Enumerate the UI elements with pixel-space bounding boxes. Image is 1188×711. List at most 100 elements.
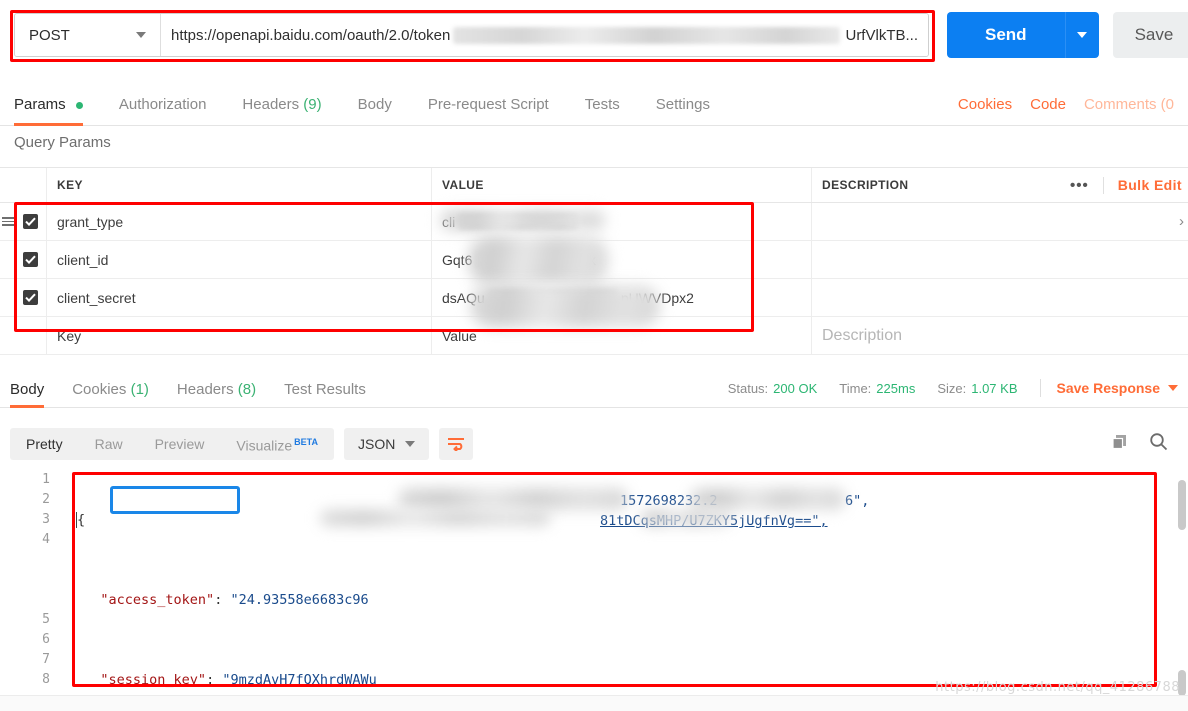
tab-params[interactable]: Params: [14, 96, 83, 126]
response-format-select[interactable]: JSON: [344, 428, 430, 460]
table-header-row: KEY VALUE DESCRIPTION ••• Bulk Edit: [0, 167, 1188, 203]
row-checkbox-cell: [0, 290, 46, 305]
response-tab-test-results[interactable]: Test Results: [284, 381, 366, 407]
table-row[interactable]: client_id Gqt6 43k: [0, 241, 1188, 279]
http-method-select[interactable]: POST: [15, 14, 161, 56]
param-value-prefix: Gqt6: [442, 251, 473, 268]
tab-pre-request-script[interactable]: Pre-request Script: [428, 96, 549, 125]
tab-tests[interactable]: Tests: [585, 96, 620, 125]
wrap-text-icon: [448, 438, 465, 451]
param-key[interactable]: client_secret: [46, 279, 431, 316]
table-header-actions: ••• Bulk Edit: [1056, 176, 1188, 194]
beta-badge: BETA: [294, 437, 319, 448]
param-key[interactable]: client_id: [46, 241, 431, 278]
wrap-text-button[interactable]: [439, 428, 474, 460]
table-row[interactable]: client_secret dsAQu pUWVDpx2: [0, 279, 1188, 317]
param-description[interactable]: [811, 279, 1188, 316]
param-value-prefix: cli: [442, 213, 456, 230]
tab-authorization[interactable]: Authorization: [119, 96, 207, 125]
param-key[interactable]: grant_type: [46, 203, 431, 240]
more-options-icon[interactable]: •••: [1056, 176, 1104, 194]
chevron-right-icon[interactable]: ›: [1179, 213, 1188, 230]
redacted-value: [475, 251, 571, 268]
row-checkbox[interactable]: [23, 252, 38, 267]
search-button[interactable]: [1149, 432, 1168, 456]
http-method-label: POST: [29, 26, 70, 44]
line-number: 3: [42, 512, 50, 527]
size-label: Size:: [937, 380, 967, 396]
line-number: 8: [42, 672, 50, 687]
view-raw[interactable]: Raw: [79, 428, 139, 460]
param-description-placeholder[interactable]: Description: [811, 317, 1188, 354]
params-modified-dot-icon: [75, 101, 83, 109]
response-body-code[interactable]: 1 2 3 4 5 6 7 8 { "access_token": "24.93…: [0, 470, 1188, 695]
view-pretty[interactable]: Pretty: [10, 428, 79, 460]
line-number: 1: [42, 472, 50, 487]
param-value-suffix: 43k: [573, 251, 596, 268]
send-button[interactable]: Send: [947, 12, 1065, 58]
view-preview[interactable]: Preview: [139, 428, 221, 460]
response-tab-cookies[interactable]: Cookies (1): [72, 381, 149, 407]
response-meta: Status: 200 OK Time: 225ms Size: 1.07 KB…: [706, 379, 1178, 407]
param-description[interactable]: [811, 241, 1188, 278]
status-strip: [0, 695, 1188, 711]
line-number: 6: [42, 632, 50, 647]
table-row-empty[interactable]: Key Value Description: [0, 317, 1188, 355]
tab-label: Body: [10, 381, 45, 398]
line-number-spacer: [0, 550, 50, 610]
line-number: 5: [42, 612, 50, 627]
status-value: 200 OK: [773, 380, 818, 396]
drag-handle-icon[interactable]: [2, 217, 16, 226]
request-url-bar: POST https://openapi.baidu.com/oauth/2.0…: [0, 0, 1188, 70]
redacted-value: [487, 289, 618, 306]
param-key-placeholder[interactable]: Key: [46, 317, 431, 354]
redacted-value: [458, 213, 579, 230]
line-number: 7: [42, 652, 50, 667]
view-visualize-label: Visualize: [236, 437, 293, 454]
cookies-link[interactable]: Cookies: [958, 96, 1012, 113]
param-value-placeholder[interactable]: Value: [431, 317, 811, 354]
tab-count-badge: (9): [303, 96, 322, 113]
session-key-tail: 81tDCqsMHP/U7ZKY5jUgfnVg==",: [600, 513, 828, 529]
json-open-brace: {: [76, 512, 86, 528]
param-value[interactable]: cli: [431, 203, 811, 240]
response-scrollbar[interactable]: [1178, 480, 1186, 530]
postman-window: POST https://openapi.baidu.com/oauth/2.0…: [0, 0, 1188, 711]
response-view-selector: Pretty Raw Preview Visualize BETA: [10, 426, 335, 462]
bulk-edit-button[interactable]: Bulk Edit: [1104, 177, 1182, 193]
table-row[interactable]: grant_type cli ›: [0, 203, 1188, 241]
param-value[interactable]: Gqt6 43k: [431, 241, 811, 278]
response-tab-body[interactable]: Body: [10, 381, 45, 408]
view-visualize[interactable]: Visualize BETA: [220, 426, 334, 462]
send-options-button[interactable]: [1064, 12, 1099, 58]
save-response-button[interactable]: Save Response: [1057, 380, 1161, 396]
row-checkbox-cell: [0, 214, 46, 229]
tab-label: Body: [357, 96, 392, 113]
tab-body[interactable]: Body: [358, 96, 392, 125]
chevron-down-icon[interactable]: [1168, 385, 1178, 391]
comments-link[interactable]: Comments (0: [1084, 96, 1174, 113]
status-label: Status:: [727, 380, 769, 396]
row-checkbox[interactable]: [23, 290, 38, 305]
tab-label: Params: [14, 96, 66, 113]
watermark-text: https://blog.csdn.net/qq_41286788: [935, 680, 1180, 695]
code-line-2: "access_token": "24.93558e6683c96: [100, 592, 369, 608]
chevron-down-icon: [136, 32, 146, 38]
json-value-access-token-mid: 1572698232.2: [620, 493, 718, 509]
param-description[interactable]: ›: [811, 203, 1188, 240]
copy-button[interactable]: [1111, 433, 1129, 456]
param-value[interactable]: dsAQu pUWVDpx2: [431, 279, 811, 316]
tab-headers[interactable]: Headers (9): [242, 96, 321, 125]
row-checkbox[interactable]: [23, 214, 38, 229]
query-params-title: Query Params: [14, 134, 111, 151]
tab-count-badge: (8): [237, 381, 257, 398]
tab-settings[interactable]: Settings: [656, 96, 710, 125]
column-header-key: KEY: [46, 168, 431, 202]
save-button[interactable]: Save: [1112, 12, 1188, 58]
code-link[interactable]: Code: [1030, 96, 1066, 113]
request-url-input[interactable]: https://openapi.baidu.com/oauth/2.0/toke…: [161, 14, 928, 56]
line-number: 4: [42, 532, 50, 547]
column-header-description: DESCRIPTION ••• Bulk Edit: [811, 168, 1188, 202]
request-url-tail: UrfVlkTB...: [845, 26, 918, 44]
response-tab-headers[interactable]: Headers (8): [177, 381, 256, 407]
